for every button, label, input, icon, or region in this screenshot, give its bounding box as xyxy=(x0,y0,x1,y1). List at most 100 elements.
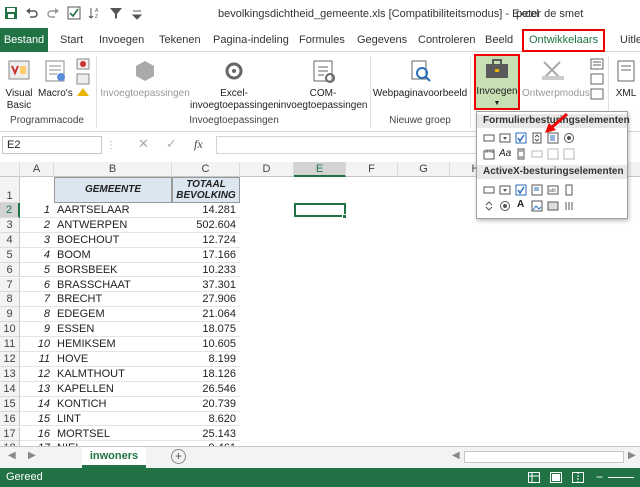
cell-bevolking[interactable]: 12.724 xyxy=(172,233,240,248)
xml-button[interactable]: XML xyxy=(612,58,640,100)
ax-combobox-icon[interactable] xyxy=(499,184,511,196)
cell-bevolking[interactable]: 20.739 xyxy=(172,397,240,412)
ax-optionbutton-icon[interactable] xyxy=(499,200,511,212)
formula-input[interactable] xyxy=(216,136,478,154)
web-preview-button[interactable]: Webpaginavoorbeeld xyxy=(372,58,468,100)
cell-number[interactable]: 11 xyxy=(20,352,54,367)
cell-number[interactable]: 3 xyxy=(20,233,54,248)
column-header-g[interactable]: G xyxy=(398,162,450,177)
undo-icon[interactable] xyxy=(25,6,39,20)
cell-gemeente[interactable]: KALMTHOUT xyxy=(54,367,172,382)
row-header[interactable]: 16 xyxy=(0,411,20,427)
cell-bevolking[interactable]: 18.126 xyxy=(172,367,240,382)
ax-checkbox-icon[interactable] xyxy=(515,184,527,196)
ax-textbox-icon[interactable]: abl xyxy=(547,184,559,196)
sort-icon[interactable]: AZ xyxy=(88,6,102,20)
cell-gemeente[interactable]: HEMIKSEM xyxy=(54,337,172,352)
tab-uitleg[interactable]: Uitle xyxy=(620,32,640,52)
row-header[interactable]: 1 xyxy=(0,177,20,203)
cell-number[interactable]: 9 xyxy=(20,322,54,338)
cell-bevolking[interactable]: 37.301 xyxy=(172,278,240,293)
add-sheet-button[interactable]: + xyxy=(171,449,186,464)
ax-button-icon[interactable] xyxy=(483,184,495,196)
ax-spinbutton-icon[interactable] xyxy=(483,200,495,212)
tab-gegevens[interactable]: Gegevens xyxy=(357,32,407,52)
tab-tekenen[interactable]: Tekenen xyxy=(159,32,201,52)
cell-gemeente[interactable]: LINT xyxy=(54,412,172,427)
row-header[interactable]: 15 xyxy=(0,396,20,412)
cell-gemeente[interactable]: HOVE xyxy=(54,352,172,367)
zoom-slider[interactable] xyxy=(608,477,634,478)
cell-number[interactable]: 7 xyxy=(20,292,54,308)
ax-more-controls-icon[interactable] xyxy=(563,200,575,212)
column-header-c[interactable]: C xyxy=(172,162,240,177)
cell-number[interactable]: 12 xyxy=(20,367,54,382)
cell-gemeente[interactable]: ESSEN xyxy=(54,322,172,338)
row-header[interactable]: 9 xyxy=(0,307,20,323)
page-break-icon[interactable] xyxy=(572,472,584,483)
com-addins-button[interactable]: COM-invoegtoepassingen xyxy=(278,58,368,112)
page-layout-icon[interactable] xyxy=(550,472,562,483)
row-header[interactable]: 17 xyxy=(0,426,20,442)
cell-bevolking[interactable]: 18.075 xyxy=(172,322,240,338)
insert-function-icon[interactable]: fx xyxy=(194,137,203,152)
column-header-f[interactable]: F xyxy=(346,162,398,177)
button-control-icon[interactable] xyxy=(483,132,495,144)
select-all-button[interactable] xyxy=(0,162,20,177)
cell-number[interactable]: 4 xyxy=(20,248,54,263)
macros-button[interactable]: Macro's xyxy=(38,58,73,100)
row-header[interactable]: 12 xyxy=(0,352,20,367)
cell-bevolking[interactable]: 10.605 xyxy=(172,337,240,352)
ax-label-icon[interactable]: A xyxy=(517,199,524,210)
header-totaal-bevolking[interactable]: TOTAAL BEVOLKING xyxy=(172,177,240,203)
cell-gemeente[interactable]: BOOM xyxy=(54,248,172,263)
column-header-b[interactable]: B xyxy=(54,162,172,177)
cell-bevolking[interactable]: 502.604 xyxy=(172,218,240,233)
cell-number[interactable]: 10 xyxy=(20,337,54,352)
cell-number[interactable]: 16 xyxy=(20,427,54,442)
cancel-icon[interactable]: ✕ xyxy=(138,136,149,152)
cell-number[interactable]: 8 xyxy=(20,307,54,323)
cell-number[interactable]: 5 xyxy=(20,263,54,278)
redo-icon[interactable] xyxy=(46,6,60,20)
properties-icons[interactable] xyxy=(590,58,604,104)
label-control-icon[interactable]: Aa xyxy=(499,148,511,159)
cell-number[interactable]: 6 xyxy=(20,278,54,293)
row-header[interactable]: 10 xyxy=(0,322,20,338)
cell-number[interactable]: 14 xyxy=(20,397,54,412)
ax-togglebutton-icon[interactable] xyxy=(547,200,559,212)
customize-qat-icon[interactable] xyxy=(130,6,144,20)
column-header-a[interactable]: A xyxy=(20,162,54,177)
cell-gemeente[interactable]: KONTICH xyxy=(54,397,172,412)
selected-cell-e2[interactable] xyxy=(294,203,346,217)
cell-number[interactable]: 1 xyxy=(20,203,54,218)
name-box[interactable]: E2 xyxy=(2,136,102,154)
header-gemeente[interactable]: GEMEENTE xyxy=(54,177,172,203)
groupbox-control-icon[interactable]: XYZ xyxy=(483,148,495,160)
row-header[interactable]: 7 xyxy=(0,277,20,293)
cell-gemeente[interactable]: BORSBEEK xyxy=(54,263,172,278)
visual-basic-button[interactable]: Visual Basic xyxy=(2,58,36,112)
cell-bevolking[interactable]: 25.143 xyxy=(172,427,240,442)
cell-bevolking[interactable]: 14.281 xyxy=(172,203,240,218)
scrollbar-control-icon[interactable] xyxy=(515,148,527,160)
tab-controleren[interactable]: Controleren xyxy=(418,32,475,52)
cell-gemeente[interactable]: BRECHT xyxy=(54,292,172,308)
tab-ontwikkelaars[interactable]: Ontwikkelaars xyxy=(522,29,606,52)
scroll-left-icon[interactable]: ◀ xyxy=(452,450,460,461)
row-header[interactable]: 13 xyxy=(0,366,20,382)
ax-listbox-icon[interactable] xyxy=(531,184,543,196)
column-header-e[interactable]: E xyxy=(294,162,346,177)
tab-start[interactable]: Start xyxy=(60,32,83,52)
cell-gemeente[interactable]: ANTWERPEN xyxy=(54,218,172,233)
tab-invoegen[interactable]: Invoegen xyxy=(99,32,144,52)
insert-controls-button[interactable]: Invoegen ▼ xyxy=(474,54,520,110)
cell-gemeente[interactable]: AARTSELAAR xyxy=(54,203,172,218)
tab-formules[interactable]: Formules xyxy=(299,32,345,52)
row-header[interactable]: 14 xyxy=(0,381,20,397)
cell-bevolking[interactable]: 26.546 xyxy=(172,382,240,397)
checkbox-icon[interactable] xyxy=(67,6,81,20)
column-header-d[interactable]: D xyxy=(240,162,294,177)
excel-addins-button[interactable]: Excel-invoegtoepassingen xyxy=(190,58,279,112)
cell-gemeente[interactable]: BOECHOUT xyxy=(54,233,172,248)
